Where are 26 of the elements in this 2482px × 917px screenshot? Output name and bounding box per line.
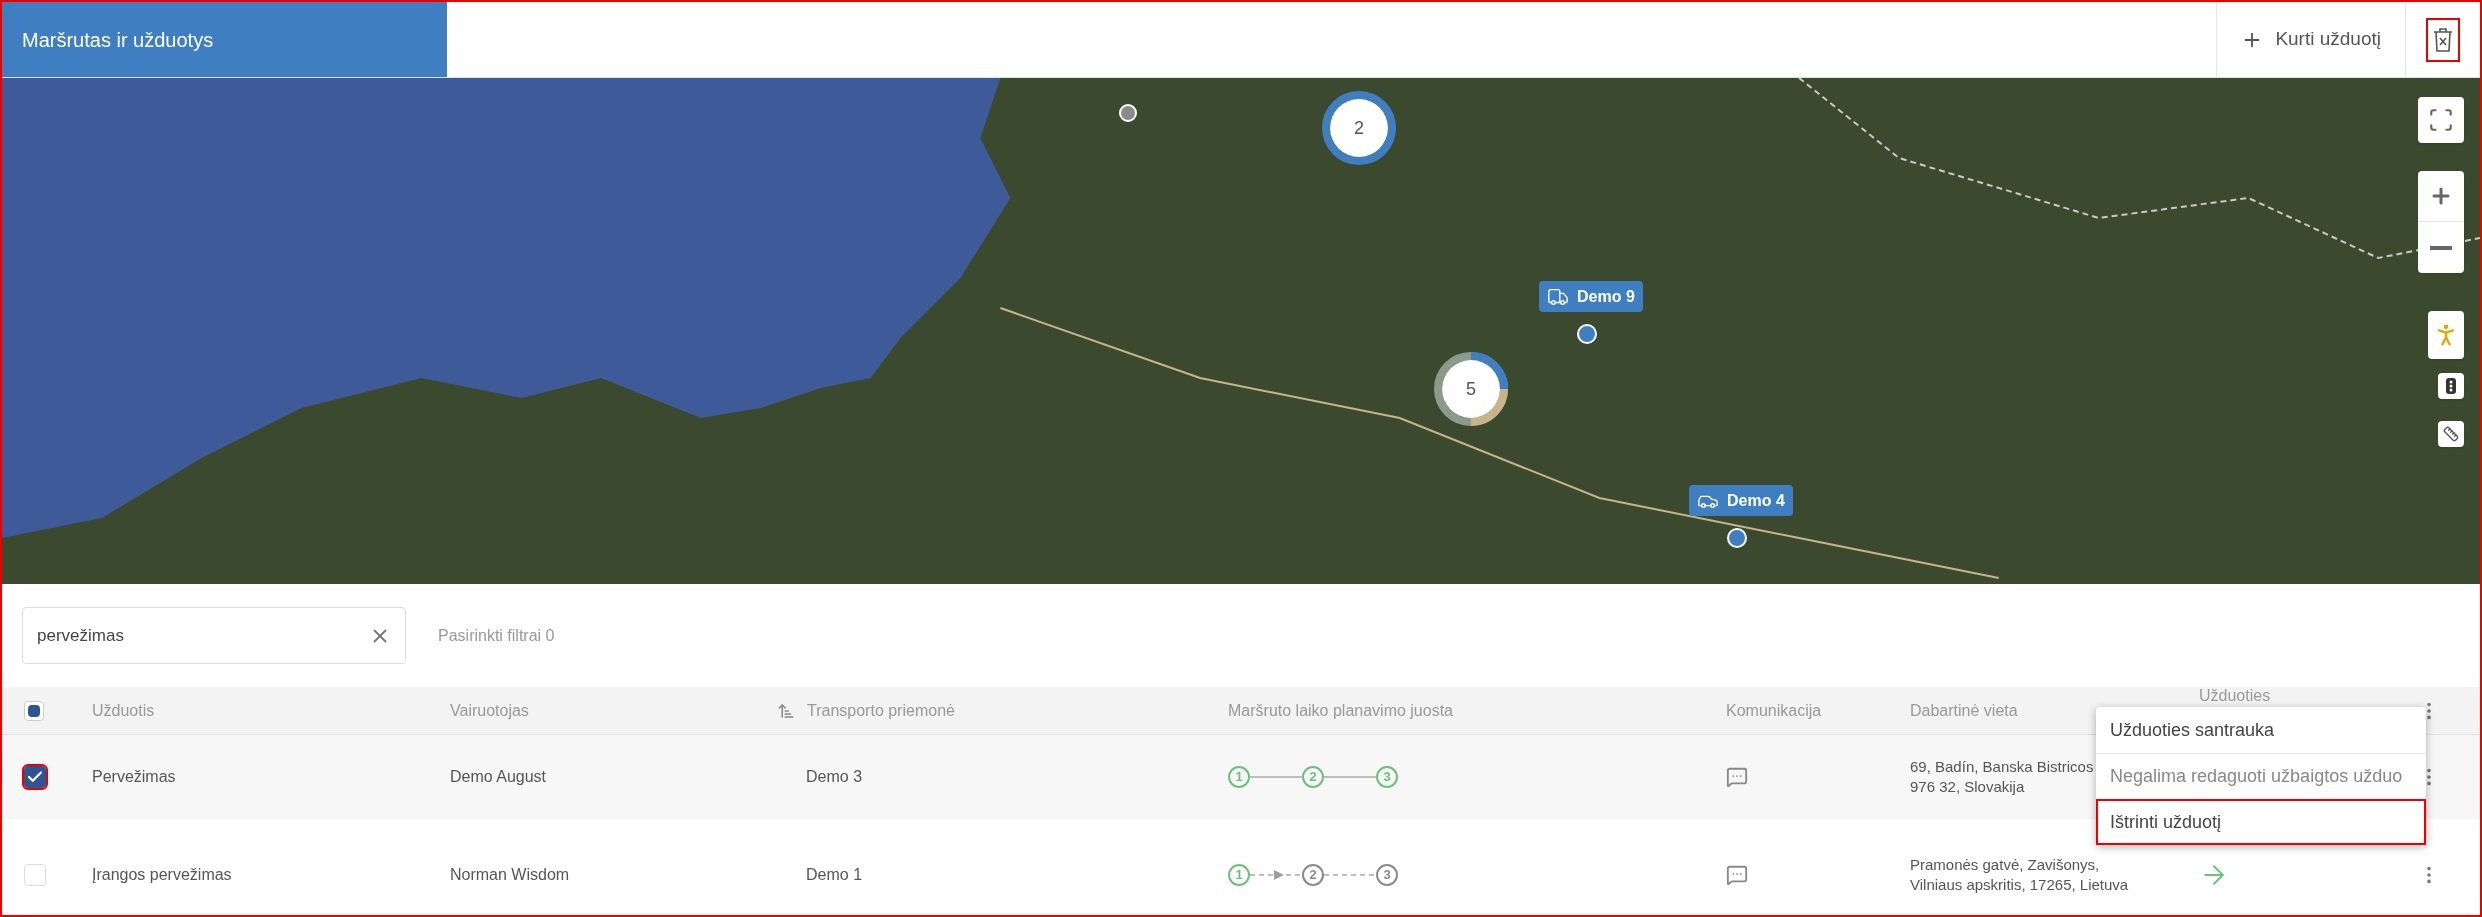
column-header[interactable]: Maršruto laiko planavimo juosta: [1228, 698, 1726, 723]
column-header[interactable]: Užduoties: [2199, 687, 2418, 704]
location-line: 69, Badín, Banska Bistricos: [1910, 757, 2094, 777]
search-field[interactable]: pervežimas: [22, 607, 406, 665]
vehicle-name: Demo 1: [805, 865, 864, 885]
vehicle-name: Demo 4: [1727, 491, 1785, 511]
column-header[interactable]: Vairuotojas: [450, 698, 777, 723]
create-task-button[interactable]: Kurti užduotį: [2216, 2, 2405, 78]
task-name: Pervežimas: [92, 767, 177, 787]
vehicle-label[interactable]: Demo 9: [1539, 281, 1643, 313]
driver-name: Norman Wisdom: [450, 865, 571, 885]
page-title: Maršrutas ir užduotys: [2, 2, 447, 78]
search-input[interactable]: pervežimas: [37, 623, 258, 649]
menu-item[interactable]: Ištrinti užduotį: [2096, 799, 2426, 845]
column-header[interactable]: Komunikacija: [1726, 698, 1910, 723]
task-name: Įrangos pervežimas: [92, 865, 233, 885]
location-line: Pramonės gatvė, Zavišonys,: [1910, 855, 2100, 875]
column-header[interactable]: Užduotis: [92, 698, 450, 723]
location-line: 976 32, Slovakija: [1910, 777, 2025, 797]
column-header[interactable]: Transporto priemonė: [807, 698, 955, 723]
vehicle-name: Demo 3: [805, 767, 864, 787]
vehicle-name: Demo 9: [1577, 287, 1635, 307]
location-line: Vilniaus apskritis, 17265, Lietuva: [1910, 875, 2129, 895]
driver-name: Demo August: [450, 767, 548, 787]
selected-filters-count: Pasirinkti filtrai 0: [438, 625, 555, 646]
vehicle-label[interactable]: Demo 4: [1689, 485, 1793, 517]
